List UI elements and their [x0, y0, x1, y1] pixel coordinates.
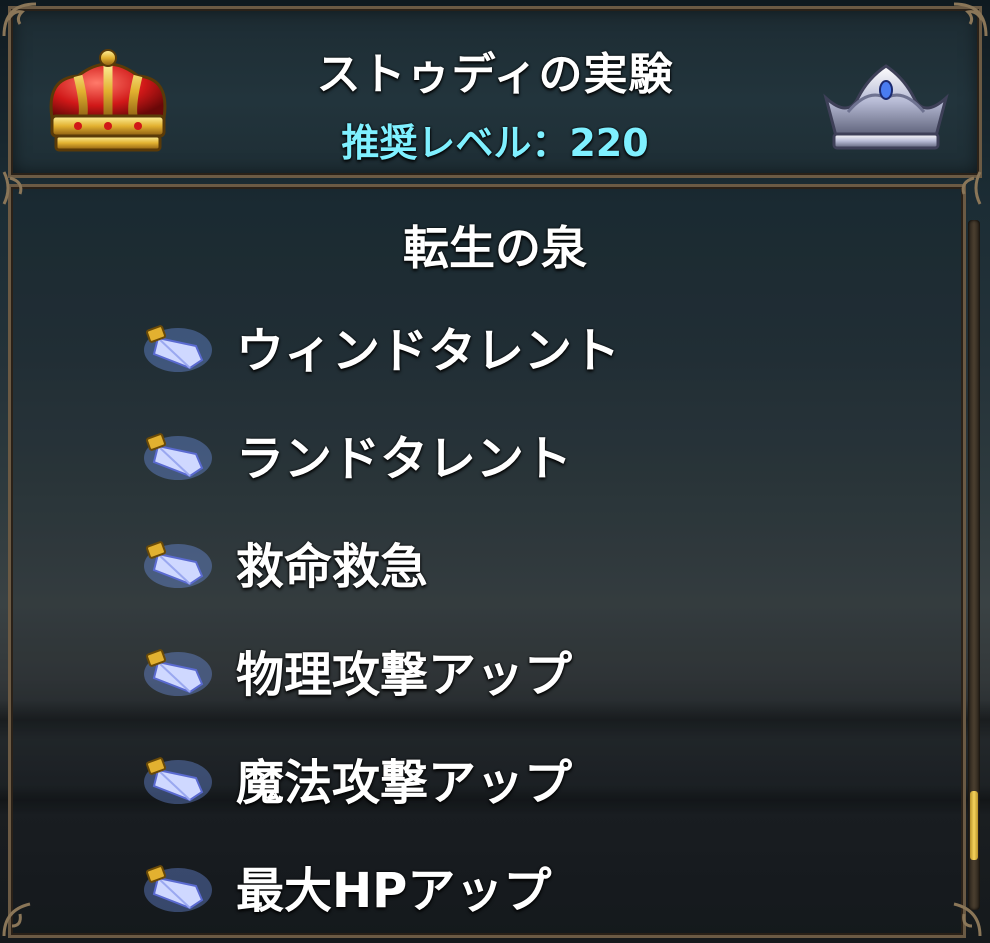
ornament-corner-icon	[953, 902, 982, 937]
dungeon-info-screen: ストゥディの実験 推奨レベル：220 転生の泉 ウィンドタレント ランドタレント	[0, 0, 990, 943]
crystal-icon	[144, 541, 212, 588]
crystal-icon	[144, 649, 212, 696]
skill-item-land-talent[interactable]: ランドタレント	[140, 400, 920, 508]
skill-item-max-hp-up[interactable]: 最大HPアップ	[140, 832, 920, 940]
skill-list: ウィンドタレント ランドタレント 救命救急 物理攻撃アップ 魔法攻撃アップ 最大…	[140, 292, 920, 940]
ornament-corner-icon	[953, 2, 988, 37]
ornament-corner-icon	[961, 171, 982, 205]
scrollbar[interactable]	[968, 220, 980, 910]
skill-item-wind-talent[interactable]: ウィンドタレント	[140, 292, 920, 400]
skill-item-physical-attack-up[interactable]: 物理攻撃アップ	[140, 616, 920, 724]
ornament-corner-icon	[2, 902, 31, 937]
skill-label: 魔法攻撃アップ	[236, 755, 573, 811]
crystal-icon	[144, 865, 212, 912]
ornament-corner-icon	[2, 171, 23, 205]
skill-label: ランドタレント	[236, 431, 573, 487]
skill-label: ウィンドタレント	[236, 323, 621, 379]
crystal-icon	[144, 325, 212, 372]
skill-label: 最大HPアップ	[236, 863, 552, 919]
scrollbar-thumb[interactable]	[970, 791, 978, 861]
crystal-icon	[144, 433, 212, 480]
ornament-corner-icon	[2, 2, 37, 37]
skill-label: 物理攻撃アップ	[236, 647, 573, 703]
crystal-icon	[144, 757, 212, 804]
recommended-level: 推奨レベル：220	[341, 121, 649, 165]
skill-label: 救命救急	[236, 539, 429, 595]
skill-item-emergency-rescue[interactable]: 救命救急	[140, 508, 920, 616]
dungeon-title: ストゥディの実験	[316, 49, 674, 100]
reward-heading: 転生の泉	[403, 221, 587, 275]
skill-item-magic-attack-up[interactable]: 魔法攻撃アップ	[140, 724, 920, 832]
